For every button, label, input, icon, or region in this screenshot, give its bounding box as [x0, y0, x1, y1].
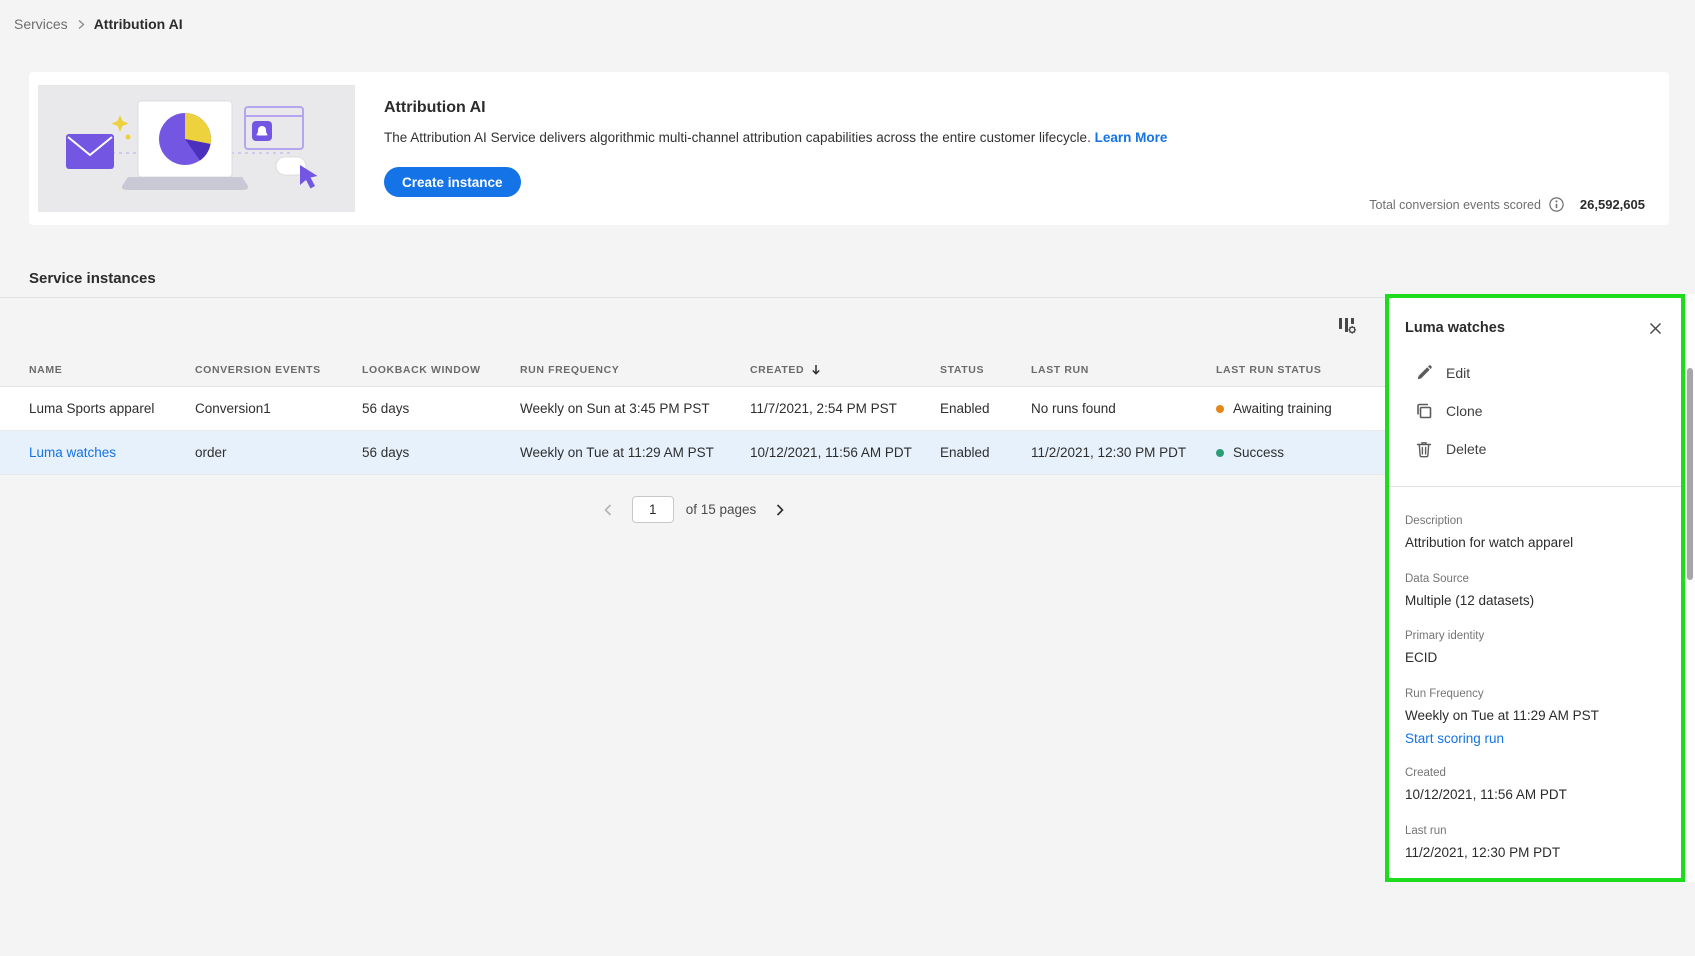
primary-identity-field: Primary identity ECID: [1405, 630, 1665, 667]
description-value: Attribution for watch apparel: [1405, 535, 1574, 550]
breadcrumb: Services Attribution AI: [14, 16, 183, 32]
cell-created: 11/7/2021, 2:54 PM PST: [750, 401, 897, 416]
cell-last-run-status: Awaiting training: [1216, 401, 1388, 416]
info-icon[interactable]: [1549, 197, 1564, 212]
service-description: The Attribution AI Service delivers algo…: [384, 130, 1168, 145]
table-row-luma-sports-apparel[interactable]: Luma Sports apparel Conversion1 56 days …: [0, 387, 1388, 431]
column-header-status[interactable]: STATUS: [940, 364, 1031, 376]
service-title: Attribution AI: [384, 99, 486, 116]
primary-identity-label: Primary identity: [1405, 630, 1485, 643]
column-settings-icon[interactable]: [1334, 312, 1360, 338]
cell-status: Enabled: [940, 445, 990, 460]
awaiting-training-status-dot: [1216, 404, 1224, 413]
last-run-field: Last run 11/2/2021, 12:30 PM PDT: [1405, 825, 1665, 862]
column-header-name[interactable]: NAME: [29, 364, 195, 376]
service-hero-card: Attribution AI The Attribution AI Servic…: [29, 72, 1669, 225]
column-header-conversion-events[interactable]: CONVERSION EVENTS: [195, 364, 362, 376]
edit-label: Edit: [1446, 365, 1471, 381]
table-header-row: NAME CONVERSION EVENTS LOOKBACK WINDOW R…: [0, 353, 1388, 387]
success-status-dot: [1216, 448, 1224, 457]
cell-lookback-window: 56 days: [362, 401, 410, 416]
cell-status: Enabled: [940, 401, 990, 416]
column-header-lookback-window[interactable]: LOOKBACK WINDOW: [362, 364, 520, 376]
previous-page-icon[interactable]: [596, 498, 620, 522]
total-conversion-events-value: 26,592,605: [1579, 197, 1645, 212]
data-source-field: Data Source Multiple (12 datasets): [1405, 573, 1665, 610]
scrollbar-track: [1685, 294, 1695, 882]
description-label: Description: [1405, 515, 1463, 527]
data-source-link[interactable]: Multiple (12 datasets): [1405, 592, 1665, 610]
instance-link-luma-watches[interactable]: Luma watches: [29, 445, 116, 460]
total-conversion-events-label: Total conversion events scored: [1369, 197, 1541, 212]
description-field: Description Attribution for watch appare…: [1405, 515, 1665, 552]
run-frequency-label: Run Frequency: [1405, 687, 1484, 700]
instance-detail-panel: Luma watches Edit Clone Delete Descripti…: [1385, 294, 1685, 882]
page-number-input[interactable]: [631, 496, 674, 523]
table-row-luma-watches[interactable]: Luma watches order 56 days Weekly on Tue…: [0, 431, 1388, 475]
panel-title: Luma watches: [1405, 320, 1505, 336]
created-value: 10/12/2021, 11:56 AM PDT: [1405, 787, 1567, 803]
column-header-last-run[interactable]: LAST RUN: [1031, 364, 1216, 376]
pagination: of 15 pages: [0, 496, 1388, 523]
column-header-last-run-status[interactable]: LAST RUN STATUS: [1216, 364, 1388, 376]
breadcrumb-current: Attribution AI: [93, 16, 183, 32]
cell-name: Luma watches: [29, 445, 195, 460]
delete-button[interactable]: Delete: [1405, 430, 1665, 468]
column-header-run-frequency[interactable]: RUN FREQUENCY: [520, 364, 750, 376]
next-page-icon[interactable]: [768, 498, 792, 522]
created-label: Created: [1405, 767, 1446, 780]
cell-created: 10/12/2021, 11:56 AM PDT: [750, 445, 912, 460]
cell-last-run: 11/2/2021, 12:30 PM PDT: [1031, 445, 1187, 460]
sort-descending-icon: [810, 363, 822, 376]
clone-label: Clone: [1446, 403, 1483, 419]
scrollbar-thumb[interactable]: [1687, 368, 1693, 580]
cell-last-run-status: Success: [1216, 445, 1388, 460]
service-instances-heading: Service instances: [29, 270, 156, 287]
run-frequency-value: Weekly on Tue at 11:29 AM PST: [1405, 707, 1599, 723]
created-field: Created 10/12/2021, 11:56 AM PDT: [1405, 767, 1665, 804]
cell-conversion-events: order: [195, 445, 227, 460]
breadcrumb-separator-icon: [77, 19, 85, 30]
create-instance-button[interactable]: Create instance: [384, 167, 521, 197]
last-run-value: 11/2/2021, 12:30 PM PDT: [1405, 844, 1561, 860]
edit-button[interactable]: Edit: [1405, 354, 1665, 392]
last-run-label: Last run: [1405, 824, 1447, 837]
learn-more-link[interactable]: Learn More: [1095, 130, 1168, 145]
close-icon[interactable]: [1646, 319, 1665, 338]
primary-identity-value: ECID: [1405, 650, 1438, 666]
clone-button[interactable]: Clone: [1405, 392, 1665, 430]
delete-label: Delete: [1446, 441, 1487, 457]
page-count-label: of 15 pages: [685, 502, 757, 517]
start-scoring-run-link[interactable]: Start scoring run: [1405, 731, 1665, 746]
cell-last-run: No runs found: [1031, 401, 1116, 416]
total-conversion-events: Total conversion events scored 26,592,60…: [1369, 197, 1645, 212]
breadcrumb-link-services[interactable]: Services: [14, 16, 68, 32]
service-illustration: [38, 85, 355, 212]
cell-run-frequency: Weekly on Tue at 11:29 AM PST: [520, 445, 714, 460]
delete-icon: [1415, 440, 1433, 458]
column-header-created[interactable]: CREATED: [750, 363, 940, 376]
cell-run-frequency: Weekly on Sun at 3:45 PM PST: [520, 401, 710, 416]
cell-lookback-window: 56 days: [362, 445, 410, 460]
edit-icon: [1415, 364, 1433, 382]
run-frequency-field: Run Frequency Weekly on Tue at 11:29 AM …: [1405, 688, 1665, 747]
clone-icon: [1415, 402, 1433, 420]
cell-name: Luma Sports apparel: [29, 401, 155, 416]
data-source-label: Data Source: [1405, 572, 1469, 585]
cell-conversion-events: Conversion1: [195, 401, 271, 416]
